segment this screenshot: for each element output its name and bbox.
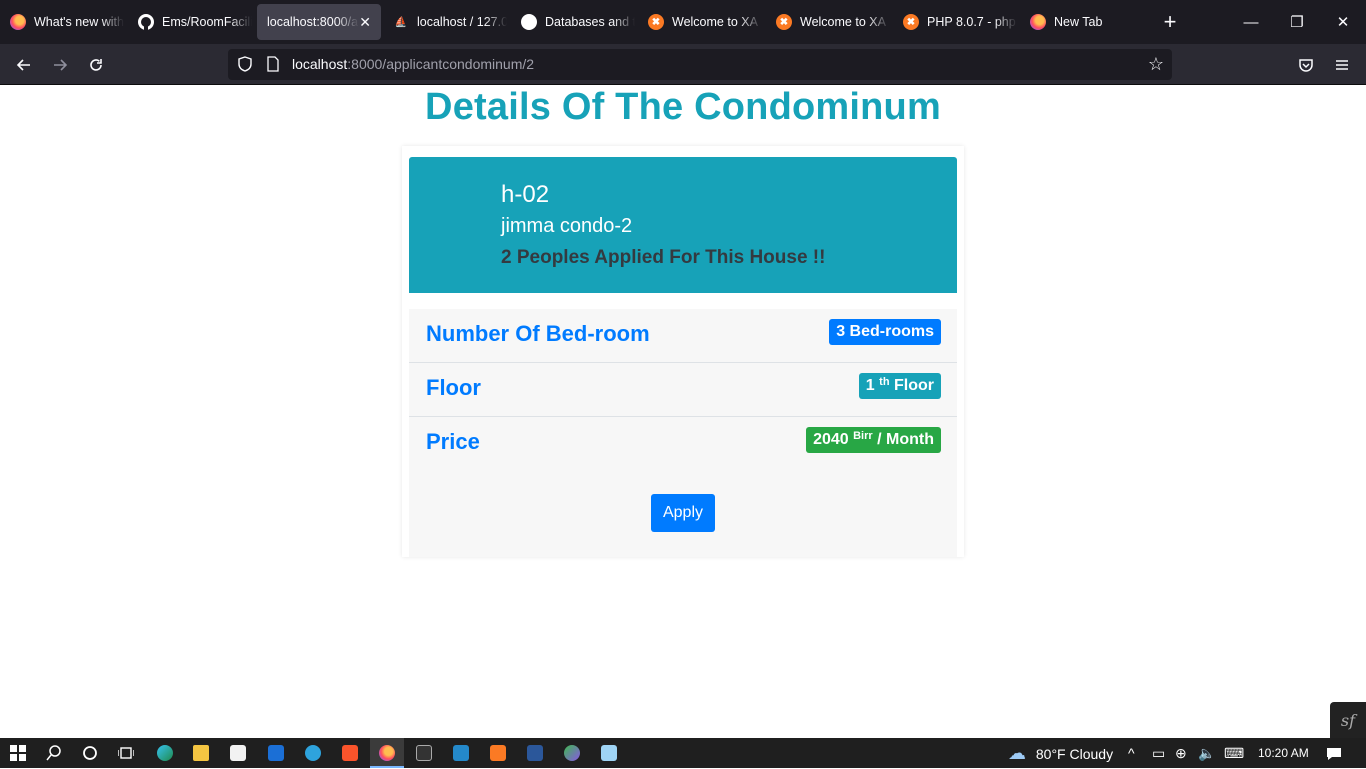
apply-button[interactable]: Apply [651,494,715,532]
minimize-icon[interactable]: — [1228,0,1274,44]
browser-tab-active[interactable]: localhost:8000/ap ✕ [257,4,381,40]
browser-tab[interactable]: ✖ Welcome to XA [638,4,762,40]
browser-tab[interactable]: What's new with [0,4,124,40]
card-header: h-02 jimma condo-2 2 Peoples Applied For… [409,157,957,293]
vscode-icon[interactable] [451,743,471,763]
notepad-icon[interactable] [599,743,619,763]
browser-tab[interactable]: ✖ Welcome to XA [766,4,890,40]
forward-arrow-icon[interactable] [47,52,73,78]
condominium-name: jimma condo-2 [501,215,633,237]
detail-row-bedrooms: Number Of Bed-room 3 Bed-rooms [409,309,957,363]
pocket-icon[interactable] [1293,52,1319,78]
detail-label: Price [426,429,480,454]
floor-badge: 1 th Floor [858,373,941,399]
firefox-icon [10,14,26,30]
url-text[interactable]: localhost:8000/applicantcondominum/2 [292,56,534,72]
browser-tab[interactable]: Ems/RoomFacili [128,4,252,40]
hamburger-menu-icon[interactable] [1329,52,1355,78]
cortana-icon[interactable] [80,743,100,763]
tab-title: localhost / 127.0 [417,15,507,29]
app-icon[interactable] [562,743,582,763]
search-icon[interactable] [44,743,64,763]
close-window-icon[interactable]: ✕ [1320,0,1366,44]
symfony-icon: sf [521,14,537,30]
price-badge: 2040 Birr / Month [806,427,941,453]
telegram-icon[interactable] [303,743,323,763]
browser-tab[interactable]: New Tab [1020,4,1144,40]
browser-tab[interactable]: ⛵ localhost / 127.0 [383,4,507,40]
detail-row-floor: Floor 1 th Floor [409,363,957,417]
tab-title: Databases and t [545,15,635,29]
price-amount: 2040 [813,431,849,448]
windows-start-icon[interactable] [8,743,28,763]
applicants-count-text: 2 Peoples Applied For This House !! [501,247,826,268]
xampp-icon[interactable] [488,743,508,763]
url-path: :8000/applicantcondominum/2 [347,56,535,72]
tab-title: Welcome to XA [800,15,886,29]
floor-number: 1 [865,377,875,394]
new-tab-plus-icon[interactable]: + [1158,10,1182,34]
word-icon[interactable] [525,743,545,763]
symfony-toolbar-icon[interactable]: sf [1330,702,1366,738]
tab-title: localhost:8000/ap [267,15,359,29]
reload-icon[interactable] [83,52,109,78]
xampp-icon: ✖ [903,14,919,30]
weather-widget[interactable]: ☁ 80°F Cloudy [1008,738,1113,768]
restore-icon[interactable]: ❐ [1274,0,1320,44]
volume-icon[interactable]: 🔈 [1198,738,1215,768]
card-footer: Apply [409,470,957,557]
xampp-icon: ✖ [648,14,664,30]
url-host: localhost [292,56,348,72]
price-currency: Birr [853,430,873,442]
tracking-shield-icon[interactable] [236,55,254,73]
detail-label: Number Of Bed-room [426,321,650,346]
notification-center-icon[interactable] [1326,738,1342,768]
bookmark-star-icon[interactable]: ☆ [1148,54,1164,75]
condominium-card: h-02 jimma condo-2 2 Peoples Applied For… [402,146,964,557]
store-icon[interactable] [228,743,248,763]
close-tab-icon[interactable]: ✕ [359,14,371,31]
browser-tab[interactable]: sf Databases and t [511,4,635,40]
house-code: h-02 [501,181,550,208]
browser-tab-strip: What's new with Ems/RoomFacili localhost… [0,0,1366,44]
detail-label: Floor [426,375,481,400]
cloud-icon: ☁ [1008,743,1026,763]
tab-title: New Tab [1054,15,1103,29]
back-arrow-icon[interactable] [11,52,37,78]
tab-title: Ems/RoomFacili [162,15,252,29]
tab-title: Welcome to XA [672,15,758,29]
detail-row-price: Price 2040 Birr / Month [409,417,957,471]
mail-icon[interactable] [266,743,286,763]
windows-taskbar: ☁ 80°F Cloudy ^ ▭ ⊕ 🔈 ⌨ 10:20 AM [0,738,1366,768]
page-title: Details Of The Condominum [425,86,941,128]
browser-tab[interactable]: ✖ PHP 8.0.7 - php [893,4,1017,40]
address-bar[interactable]: localhost:8000/applicantcondominum/2 ☆ [228,49,1172,80]
floor-word: Floor [894,377,934,394]
firefox-icon[interactable] [377,743,397,763]
price-period: / Month [877,431,934,448]
phpmyadmin-icon: ⛵ [394,16,408,28]
task-view-icon[interactable] [116,743,136,763]
xampp-icon: ✖ [776,14,792,30]
edge-icon[interactable] [155,743,175,763]
network-icon[interactable]: ⊕ [1175,738,1187,768]
bedrooms-badge: 3 Bed-rooms [829,319,941,345]
weather-text: 80°F Cloudy [1035,746,1114,762]
terminal-icon[interactable] [414,743,434,763]
clock[interactable]: 10:20 AM [1258,738,1309,768]
brave-icon[interactable] [340,743,360,763]
tab-title: PHP 8.0.7 - php [927,15,1016,29]
page-info-icon[interactable] [266,56,280,72]
chevron-up-icon[interactable]: ^ [1128,738,1135,768]
browser-nav-bar: localhost:8000/applicantcondominum/2 ☆ [0,44,1366,85]
tab-title: What's new with [34,15,124,29]
firefox-icon [1030,14,1046,30]
floor-ordinal-suffix: th [879,376,890,388]
file-explorer-icon[interactable] [191,743,211,763]
battery-icon[interactable]: ▭ [1152,738,1165,768]
keyboard-icon[interactable]: ⌨ [1224,738,1244,768]
github-icon [138,14,154,30]
